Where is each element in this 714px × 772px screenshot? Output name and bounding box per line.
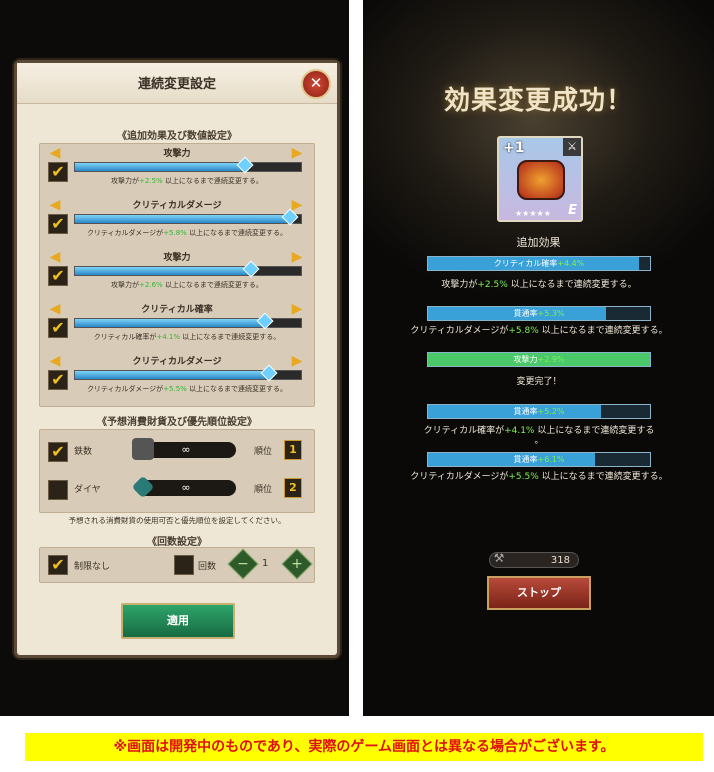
dialog-title: 連続変更設定 bbox=[137, 77, 216, 92]
checkbox-unlimited[interactable]: ✔ bbox=[48, 555, 68, 575]
resource-row-iron: ✔ 鉄数 ∞ 順位 1 bbox=[40, 434, 314, 470]
effect-label: 攻撃力 bbox=[163, 149, 191, 159]
arrow-right-icon[interactable]: ▶ bbox=[290, 302, 304, 316]
effect-bar: クリティカル確率+4.4% bbox=[427, 256, 651, 271]
checkbox-count[interactable] bbox=[174, 555, 194, 575]
count-box: ✔ 制限なし 回数 − 1 + bbox=[39, 547, 315, 583]
effect-row: ◀ クリティカル確率 ▶ ✔ クリティカル確率が+4.1% 以上になるまで連続変更する。 bbox=[40, 300, 314, 352]
result-title: 効果変更成功！ bbox=[443, 86, 633, 116]
section-title-count: 《回数設定》 bbox=[147, 537, 207, 548]
slider-fill bbox=[75, 319, 265, 327]
sword-icon: ⚔ bbox=[563, 138, 581, 156]
resource-name: 鉄数 bbox=[74, 447, 93, 457]
effect-bar: 攻撃力+2.9% bbox=[427, 352, 651, 367]
resources-box: ✔ 鉄数 ∞ 順位 1 ダイヤ ∞ 順位 2 bbox=[39, 429, 315, 513]
arrow-right-icon[interactable]: ▶ bbox=[290, 146, 304, 160]
stop-button[interactable]: ストップ bbox=[487, 576, 591, 610]
effect-slider[interactable] bbox=[74, 364, 302, 382]
effects-box: ◀ 攻撃力 ▶ ✔ 攻撃力が+2.5% 以上になるまで連続変更する。 ◀ クリティカルダメー… bbox=[39, 143, 315, 407]
effect-bar: 貫通率+5.3% bbox=[427, 306, 651, 321]
effect-row: ◀ クリティカルダメージ ▶ ✔ クリティカルダメージが+5.5% 以上になるまで連続変… bbox=[40, 352, 314, 404]
rank-label: 順位 bbox=[254, 485, 273, 495]
continuous-change-dialog: 連続変更設定 ✕ 《追加効果及び数値設定》 ◀ 攻撃力 ▶ ✔ 攻撃力が+2.5% 以上… bbox=[14, 60, 340, 658]
slider-fill bbox=[75, 267, 252, 275]
dialog-header: 連続変更設定 ✕ bbox=[17, 63, 337, 104]
effect-slider[interactable] bbox=[74, 260, 302, 278]
resource-note: 予想される消費財貨の使用可否と優先順位を設定してください。 bbox=[68, 516, 286, 525]
bar-label: 貫通率+5.3% bbox=[513, 309, 565, 318]
arrow-right-icon[interactable]: ▶ bbox=[290, 250, 304, 264]
effect-desc: クリティカルダメージが+5.8% 以上になるまで連続変更する。 bbox=[86, 229, 288, 237]
effect-checkbox[interactable]: ✔ bbox=[48, 266, 68, 286]
effect-label: クリティカルダメージ bbox=[132, 201, 222, 211]
minus-icon: − bbox=[237, 556, 249, 572]
bar-label: クリティカル確率+4.4% bbox=[493, 259, 585, 268]
equipment-icon bbox=[517, 160, 565, 200]
effect-row: ◀ 攻撃力 ▶ ✔ 攻撃力が+2.5% 以上になるまで連続変更する。 bbox=[40, 144, 314, 196]
bar-label: 貫通率+6.1% bbox=[513, 455, 565, 464]
effect-desc: 攻撃力が+2.5% 以上になるまで連続変更する。 bbox=[111, 177, 263, 185]
effect-slider[interactable] bbox=[74, 312, 302, 330]
effect-slider[interactable] bbox=[74, 208, 302, 226]
item-card: +1 ⚔ ★★★★★ E bbox=[497, 136, 583, 222]
plus-icon: + bbox=[291, 556, 303, 572]
resource-row-diamond: ダイヤ ∞ 順位 2 bbox=[40, 472, 314, 508]
section-title-resources: 《予想消費財貨及び優先順位設定》 bbox=[97, 417, 257, 428]
arrow-left-icon[interactable]: ◀ bbox=[48, 302, 62, 316]
arrow-left-icon[interactable]: ◀ bbox=[48, 354, 62, 368]
item-plus: +1 bbox=[503, 140, 525, 156]
settings-screen: 連続変更設定 ✕ 《追加効果及び数値設定》 ◀ 攻撃力 ▶ ✔ 攻撃力が+2.5% 以上… bbox=[0, 0, 349, 716]
effect-row: ◀ 攻撃力 ▶ ✔ 攻撃力が+2.6% 以上になるまで連続変更する。 bbox=[40, 248, 314, 300]
slider-fill bbox=[75, 371, 270, 379]
additional-effect-label: 追加効果 bbox=[516, 236, 561, 249]
item-grade: E bbox=[568, 203, 577, 218]
anvil-icon: ⚒ bbox=[493, 551, 505, 565]
checkbox-iron[interactable]: ✔ bbox=[48, 442, 68, 462]
close-icon[interactable]: ✕ bbox=[301, 69, 331, 99]
unlimited-label: 制限なし bbox=[74, 562, 111, 572]
result-desc: クリティカルダメージが+5.8% 以上になるまで連続変更する。 bbox=[410, 326, 668, 336]
effect-desc: クリティカル確率が+4.1% 以上になるまで連続変更する。 bbox=[93, 333, 281, 341]
arrow-left-icon[interactable]: ◀ bbox=[48, 250, 62, 264]
effect-bar: 貫通率+6.1% bbox=[427, 452, 651, 467]
change-complete: 変更完了！ bbox=[516, 377, 562, 387]
effect-label: クリティカルダメージ bbox=[132, 357, 222, 367]
effect-checkbox[interactable]: ✔ bbox=[48, 370, 68, 390]
slider-fill bbox=[75, 163, 245, 171]
effect-checkbox[interactable]: ✔ bbox=[48, 214, 68, 234]
effect-desc: クリティカルダメージが+5.5% 以上になるまで連続変更する。 bbox=[86, 385, 288, 393]
effect-row: ◀ クリティカルダメージ ▶ ✔ クリティカルダメージが+5.8% 以上になるまで連続変… bbox=[40, 196, 314, 248]
section-title-effects: 《追加効果及び数値設定》 bbox=[117, 131, 237, 142]
apply-button[interactable]: 適用 bbox=[121, 603, 235, 639]
arrow-right-icon[interactable]: ▶ bbox=[290, 354, 304, 368]
effect-label: クリティカル確率 bbox=[141, 305, 213, 315]
disclaimer: ※画面は開発中のものであり、実際のゲーム画面とは異なる場合がございます。 bbox=[25, 733, 703, 761]
effect-slider[interactable] bbox=[74, 156, 302, 174]
resource-name: ダイヤ bbox=[74, 485, 101, 495]
bar-label: 攻撃力+2.9% bbox=[513, 355, 565, 364]
arrow-left-icon[interactable]: ◀ bbox=[48, 198, 62, 212]
count-value: 1 bbox=[262, 558, 269, 569]
minus-button[interactable]: − bbox=[227, 548, 259, 580]
effect-checkbox[interactable]: ✔ bbox=[48, 162, 68, 182]
bar-label: 貫通率+5.2% bbox=[513, 407, 565, 416]
count-label: 回数 bbox=[198, 562, 217, 572]
plus-button[interactable]: + bbox=[281, 548, 313, 580]
slider-fill bbox=[75, 215, 290, 223]
result-desc: 攻撃力が+2.5% 以上になるまで連続変更する。 bbox=[441, 280, 637, 290]
effect-bar: 貫通率+5.2% bbox=[427, 404, 651, 419]
arrow-left-icon[interactable]: ◀ bbox=[48, 146, 62, 160]
effect-checkbox[interactable]: ✔ bbox=[48, 318, 68, 338]
checkbox-diamond[interactable] bbox=[48, 480, 68, 500]
rank-value[interactable]: 1 bbox=[284, 440, 302, 460]
result-screen: 効果変更成功！ +1 ⚔ ★★★★★ E 追加効果 クリティカル確率+4.4% 貫… bbox=[363, 0, 714, 716]
rank-label: 順位 bbox=[254, 447, 273, 457]
rank-value[interactable]: 2 bbox=[284, 478, 302, 498]
anvil-icon bbox=[132, 438, 154, 460]
item-stars: ★★★★★ bbox=[515, 209, 551, 218]
result-desc: クリティカルダメージが+5.5% 以上になるまで連続変更する。 bbox=[410, 472, 668, 482]
effect-desc: 攻撃力が+2.6% 以上になるまで連続変更する。 bbox=[111, 281, 263, 289]
result-desc: クリティカル確率が+4.1% 以上になるまで連続変更する。 bbox=[423, 426, 655, 446]
